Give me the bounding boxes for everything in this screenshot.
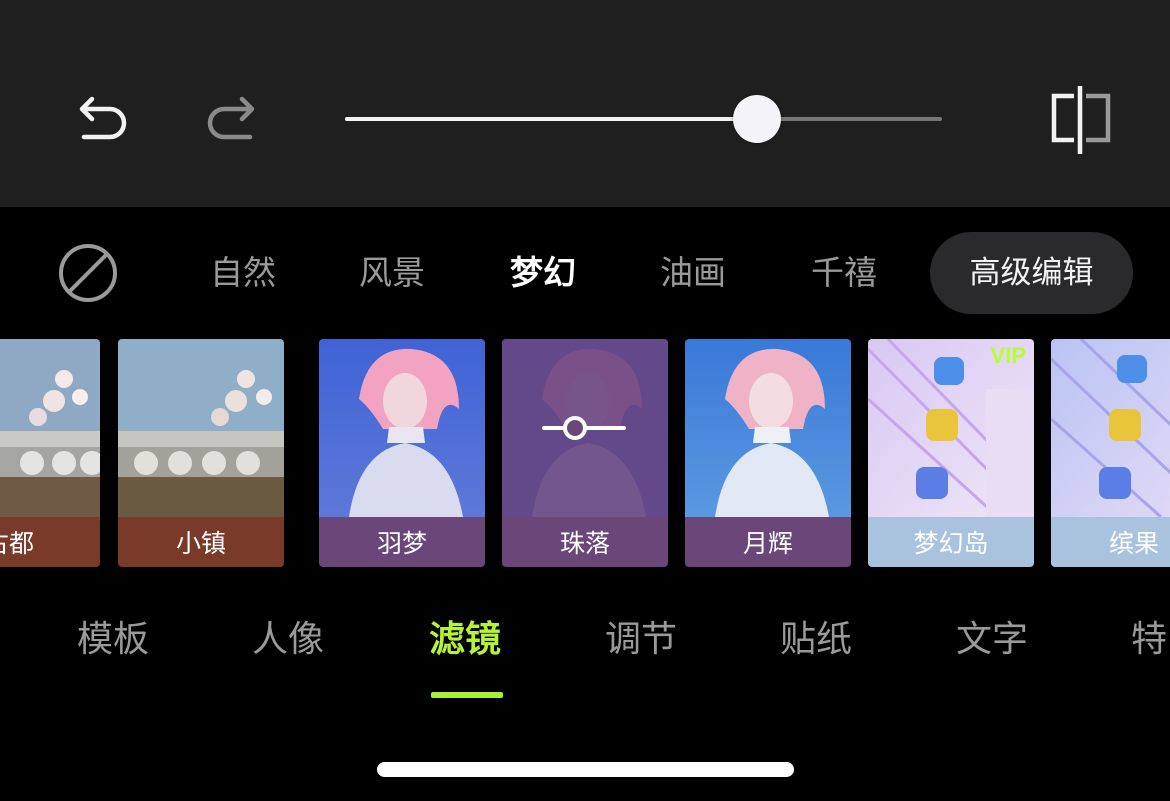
tab-filter[interactable]: 滤镜: [429, 605, 501, 675]
category-menghuan[interactable]: 梦幻: [503, 232, 583, 314]
category-qianxi[interactable]: 千禧: [804, 232, 884, 314]
tab-template[interactable]: 模板: [77, 605, 149, 675]
filter-label: 梦幻岛: [868, 517, 1034, 567]
category-ziran[interactable]: 自然: [203, 232, 283, 314]
filter-label: 羽梦: [319, 517, 485, 567]
filter-label: 月辉: [685, 517, 851, 567]
filter-card-xiaozhen[interactable]: 小镇: [118, 339, 284, 567]
tab-adjust[interactable]: 调节: [605, 605, 677, 675]
filter-thumbnail: [118, 339, 284, 517]
redo-icon[interactable]: [200, 90, 264, 152]
filter-card-yumeng[interactable]: 羽梦: [319, 339, 485, 567]
filter-thumbnail: [0, 339, 100, 517]
filter-card-zhuluo[interactable]: 珠落: [502, 339, 668, 567]
intensity-slider[interactable]: [345, 95, 942, 143]
tab-sticker[interactable]: 贴纸: [780, 605, 852, 675]
home-indicator[interactable]: [377, 762, 794, 777]
adjust-slider-icon[interactable]: [542, 413, 626, 443]
filter-label: 小镇: [118, 517, 284, 567]
tab-portrait[interactable]: 人像: [252, 605, 324, 675]
filter-card-binguo[interactable]: 缤果: [1051, 339, 1170, 567]
category-youhua[interactable]: 油画: [653, 232, 733, 314]
filter-thumbnail: [319, 339, 485, 517]
slider-thumb[interactable]: [732, 95, 781, 143]
filter-thumbnail: [685, 339, 851, 517]
active-tab-indicator: [431, 692, 503, 698]
filter-thumbnail: [1051, 339, 1170, 517]
slider-fill: [345, 117, 757, 121]
vip-badge: VIP: [990, 343, 1026, 368]
filter-card-gudu[interactable]: 古都: [0, 339, 100, 567]
no-filter-icon[interactable]: [58, 243, 118, 303]
filter-card-yuehui[interactable]: 月辉: [685, 339, 851, 567]
tab-effects[interactable]: 特: [1131, 605, 1167, 675]
top-toolbar: [0, 0, 1170, 207]
filter-card-menghuandao[interactable]: VIP 梦幻岛: [868, 339, 1034, 567]
filter-list: 古都 小镇 羽梦: [0, 339, 1170, 567]
filter-label: 古都: [0, 517, 100, 567]
filter-label: 缤果: [1051, 517, 1170, 567]
undo-icon[interactable]: [70, 90, 134, 152]
bottom-tool-tabs: 模板 人像 滤镜 调节 贴纸 文字 特: [0, 605, 1170, 675]
advanced-edit-button[interactable]: 高级编辑: [930, 232, 1133, 314]
category-fengjing[interactable]: 风景: [352, 232, 432, 314]
filter-category-bar: 自然 风景 梦幻 油画 千禧 高级编辑: [0, 232, 1170, 314]
compare-icon[interactable]: [1044, 84, 1116, 156]
tab-text[interactable]: 文字: [956, 605, 1028, 675]
filter-label: 珠落: [502, 517, 668, 567]
